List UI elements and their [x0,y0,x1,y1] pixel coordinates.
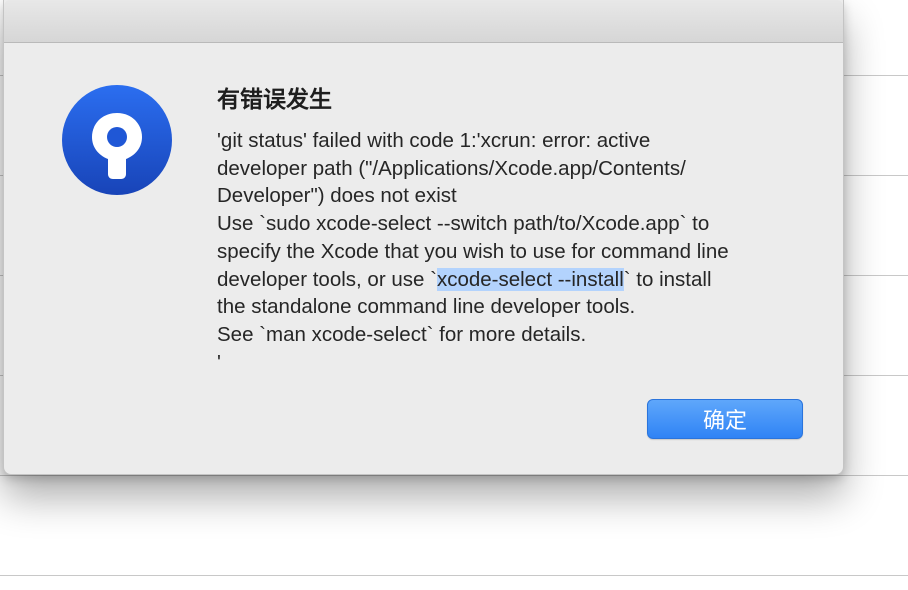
message-line: Developer") does not exist [217,184,457,208]
dialog-title: 有错误发生 [217,87,332,113]
message-text: ` to install [623,267,712,291]
message-text: developer tools, or use ` [217,267,437,291]
error-alert-dialog: 有错误发生 'git status' failed with code 1:'x… [3,0,844,475]
background-divider [0,575,908,576]
message-line: specify the Xcode that you wish to use f… [217,239,729,263]
error-message: 'git status' failed with code 1:'xcrun: … [217,127,827,376]
sourcetree-app-icon [62,85,172,195]
message-line: the standalone command line developer to… [217,295,636,319]
selected-text[interactable]: xcode-select --install [436,267,624,291]
dialog-titlebar [4,0,843,43]
message-line: 'git status' failed with code 1:'xcrun: … [217,129,651,152]
message-line: See `man xcode-select` for more details. [217,322,587,346]
message-line: developer path ("/Applications/Xcode.app… [217,156,686,180]
message-line: ' [217,350,221,374]
message-line: Use `sudo xcode-select --switch path/to/… [217,212,710,236]
background-divider [0,475,908,476]
ok-button[interactable]: 确定 [647,399,803,439]
message-line-with-selection[interactable]: developer tools, or use `xcode-select --… [217,266,827,294]
